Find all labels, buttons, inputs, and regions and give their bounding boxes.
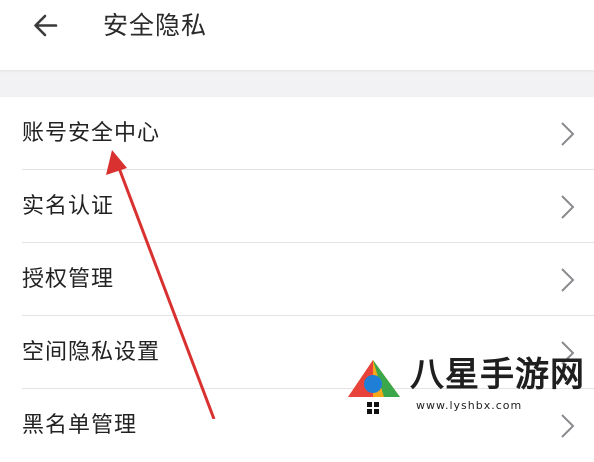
chevron-right-icon	[561, 122, 575, 146]
page-title: 安全隐私	[103, 11, 208, 40]
settings-item-label: 授权管理	[22, 267, 115, 292]
arrow-left-icon	[34, 14, 58, 37]
watermark-url: www.lyshbx.com	[412, 398, 527, 414]
section-separator	[0, 70, 594, 97]
settings-item-real-name[interactable]: 实名认证	[0, 170, 594, 243]
chevron-right-icon	[561, 268, 575, 292]
settings-item-label: 实名认证	[22, 194, 115, 219]
settings-item-label: 黑名单管理	[22, 413, 138, 438]
settings-item-label: 空间隐私设置	[22, 340, 161, 365]
watermark-text: 八星手游网	[410, 355, 585, 395]
settings-item-authorization[interactable]: 授权管理	[0, 243, 594, 316]
chevron-right-icon	[561, 195, 575, 219]
settings-item-account-security[interactable]: 账号安全中心	[0, 97, 594, 170]
top-app-bar: 安全隐私	[0, 0, 594, 70]
settings-item-label: 账号安全中心	[22, 121, 161, 146]
back-button[interactable]	[26, 8, 66, 44]
